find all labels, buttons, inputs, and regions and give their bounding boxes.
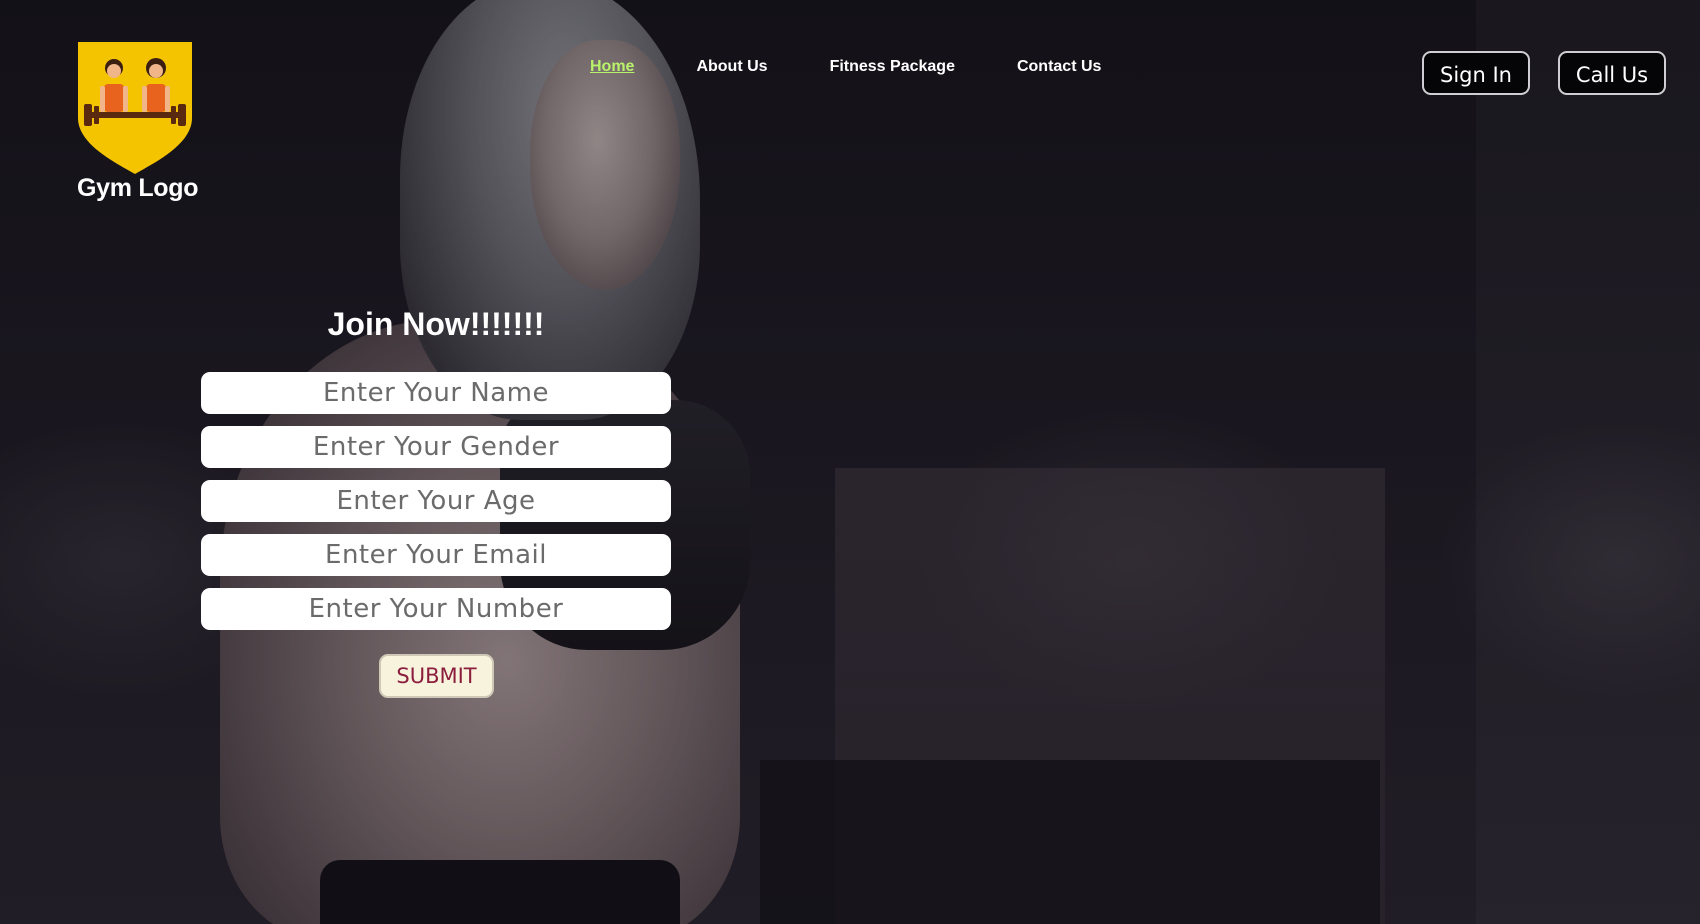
number-field[interactable] [201, 588, 671, 630]
call-us-button[interactable]: Call Us [1558, 51, 1666, 95]
nav-about-link[interactable]: About Us [696, 58, 767, 76]
join-form-title: Join Now!!!!!!! [327, 306, 545, 342]
nav-fitness-package-link[interactable]: Fitness Package [830, 58, 955, 76]
gym-logo[interactable]: Gym Logo [75, 40, 205, 203]
gender-field[interactable] [201, 426, 671, 468]
main-nav: Home About Us Fitness Package Contact Us [590, 58, 1101, 76]
name-field[interactable] [201, 372, 671, 414]
nav-contact-link[interactable]: Contact Us [1017, 58, 1101, 76]
email-field[interactable] [201, 534, 671, 576]
sign-in-button[interactable]: Sign In [1422, 51, 1530, 95]
age-field[interactable] [201, 480, 671, 522]
submit-button[interactable]: SUBMIT [379, 654, 494, 698]
gym-shield-icon [78, 42, 192, 174]
nav-home-link[interactable]: Home [590, 58, 634, 76]
logo-text: Gym Logo [77, 174, 199, 202]
hero-section: Gym Logo Home About Us Fitness Package C… [0, 0, 1700, 924]
